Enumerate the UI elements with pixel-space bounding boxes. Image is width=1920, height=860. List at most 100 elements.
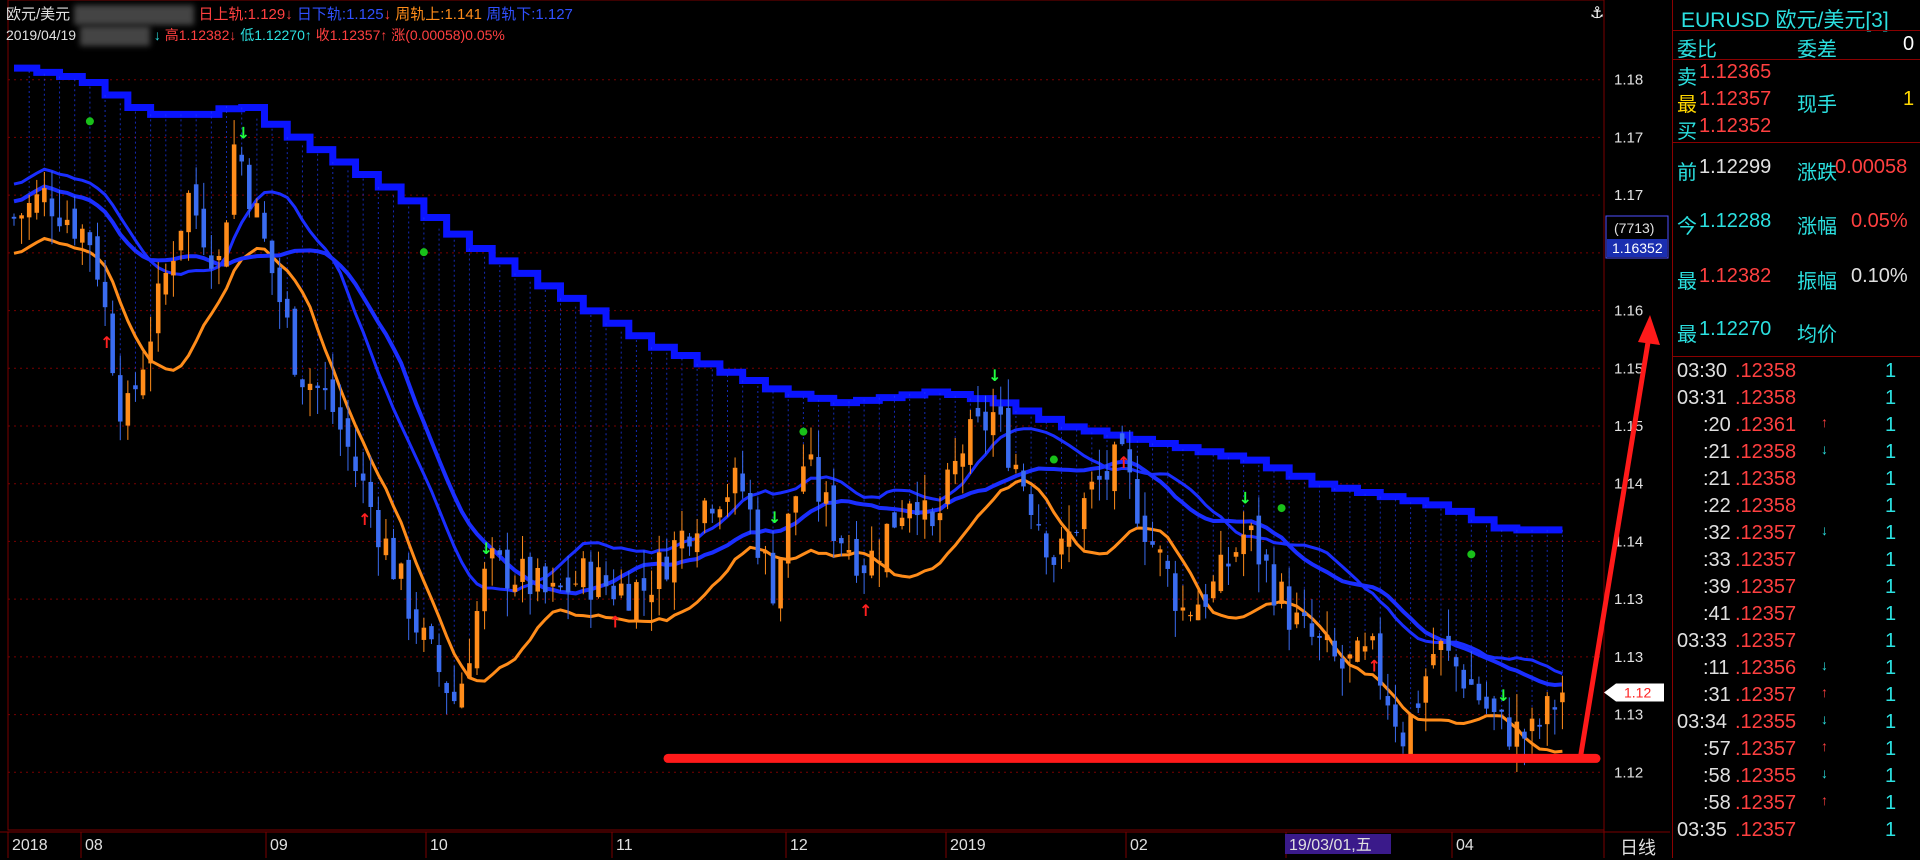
tick-volume: 1 <box>1885 603 1897 625</box>
tick-time: 03:33 <box>1677 630 1728 652</box>
candle-body <box>1529 718 1535 732</box>
low-label: 最 <box>1677 324 1697 346</box>
candle-body <box>740 473 745 492</box>
tick-time: :31 <box>1703 684 1731 706</box>
candle-body <box>376 510 381 548</box>
candle-body <box>193 184 199 216</box>
candle-body <box>785 513 791 564</box>
green-dot-icon <box>1277 504 1286 513</box>
candle-body <box>1271 564 1277 606</box>
tick-price: .12361 <box>1735 414 1797 436</box>
down-signal-icon: ↓ <box>480 539 493 558</box>
candle-body <box>1173 573 1178 611</box>
price-tick-label: 1.13 <box>1614 591 1643 608</box>
candle-body <box>747 493 753 510</box>
candle-body <box>1112 444 1117 492</box>
tick-time: :58 <box>1703 792 1731 814</box>
price-tick-label: 1.12 <box>1614 764 1643 781</box>
symbol-name: 欧元/美元 <box>6 6 71 23</box>
candle-body <box>224 222 229 267</box>
candle-body <box>778 559 783 609</box>
amplitude-value: 0.10% <box>1851 265 1908 287</box>
candle-body <box>755 509 761 558</box>
candle-body <box>717 509 723 518</box>
candle-body <box>1104 471 1110 480</box>
candle-body <box>816 457 821 502</box>
candle-body <box>1248 525 1254 531</box>
candle-body <box>57 217 62 227</box>
change-label: 涨跌 <box>1797 162 1837 184</box>
candle-body <box>611 585 616 600</box>
candle-body <box>125 393 131 426</box>
candle-body <box>520 558 525 582</box>
open-value: 1.12288 <box>1699 210 1772 232</box>
candle-body <box>467 663 472 679</box>
candle-body <box>1324 635 1330 641</box>
open-row: 今 1.12288 涨幅 0.05% <box>1673 210 1920 238</box>
day-upper-label: 日上轨:1.129 <box>198 6 286 23</box>
candle-body <box>1522 731 1527 739</box>
tick-row: 03:33 .12357 1 <box>1673 630 1920 657</box>
candle-body <box>1332 640 1337 657</box>
time-axis-label: 2018 <box>12 837 48 854</box>
candle-body <box>801 466 806 492</box>
candle-body <box>1089 481 1095 490</box>
candle-body <box>596 567 601 598</box>
candle-body <box>42 188 47 203</box>
chart-area[interactable]: 1.121.131.131.131.141.141.151.151.161.16… <box>0 0 1670 858</box>
candle-body <box>140 369 146 396</box>
tick-time: 03:34 <box>1677 711 1728 733</box>
candle-body <box>846 550 852 553</box>
tick-price: .12356 <box>1735 657 1797 679</box>
tick-row: 03:35 .12357 1 <box>1673 819 1920 846</box>
candle-body <box>1340 658 1345 669</box>
sell-label: 卖 <box>1677 67 1697 89</box>
candle-body <box>687 536 692 547</box>
price-tick-label: 1.13 <box>1614 649 1643 666</box>
candle-body <box>1423 676 1429 703</box>
candle-body <box>391 537 396 580</box>
tick-price: .12357 <box>1735 819 1797 841</box>
down-arrow-icon: ↓ <box>1821 711 1828 727</box>
quote-panel: EURUSD 欧元/美元[3] 委比 委差 0 卖 1.12365 最 1.12… <box>1672 0 1920 858</box>
down-arrow-icon: ↓ <box>285 6 293 23</box>
up-arrow-icon: ↑ <box>1821 414 1828 430</box>
period-label[interactable]: 日线 <box>1620 834 1656 860</box>
buy-label: 买 <box>1677 121 1697 143</box>
down-arrow-icon: ↓ <box>1821 441 1828 457</box>
tick-price: .12358 <box>1735 468 1797 490</box>
candle-body <box>1135 479 1140 524</box>
tick-price: .12358 <box>1735 360 1797 382</box>
green-dot-icon <box>1467 550 1476 559</box>
candle-body <box>201 208 207 248</box>
candle-body <box>148 341 153 364</box>
candle-body <box>72 208 77 239</box>
tick-volume: 1 <box>1885 684 1897 706</box>
tick-row: :58.12357 ↑ 1 <box>1673 792 1920 819</box>
time-axis-label: 09 <box>270 837 288 854</box>
candle-body <box>1119 433 1125 445</box>
candle-body <box>664 556 670 580</box>
candle-body <box>1385 696 1391 706</box>
day-lower-label: 日下轨:1.125 <box>296 6 384 23</box>
sell-row: 卖 1.12365 <box>1673 61 1920 89</box>
candle-body <box>1408 714 1413 755</box>
candle-body <box>588 561 594 600</box>
candle-body <box>1264 554 1269 561</box>
candle-body <box>558 585 563 588</box>
tick-time: 03:35 <box>1677 819 1728 841</box>
last-row: 最 1.12357 现手 1 <box>1673 88 1920 116</box>
candlestick-chart[interactable]: 1.121.131.131.131.141.141.151.151.161.16… <box>0 0 1670 858</box>
buy-row: 买 1.12352 <box>1673 115 1920 143</box>
candle-body <box>679 530 685 549</box>
candle-body <box>634 582 639 620</box>
candle-body <box>1180 607 1186 611</box>
candle-body <box>292 308 298 375</box>
spot-value: 1 <box>1903 88 1915 110</box>
up-signal-icon: ↑ <box>358 510 371 529</box>
candle-body <box>1438 641 1444 651</box>
low-row: 最 1.12270 均价 <box>1673 318 1920 346</box>
tick-row: :20.12361 ↑ 1 <box>1673 414 1920 441</box>
week-upper-label: 周轨上:1.141 <box>395 6 483 23</box>
prev-row: 前 1.12299 涨跌 0.00058 <box>1673 156 1920 184</box>
